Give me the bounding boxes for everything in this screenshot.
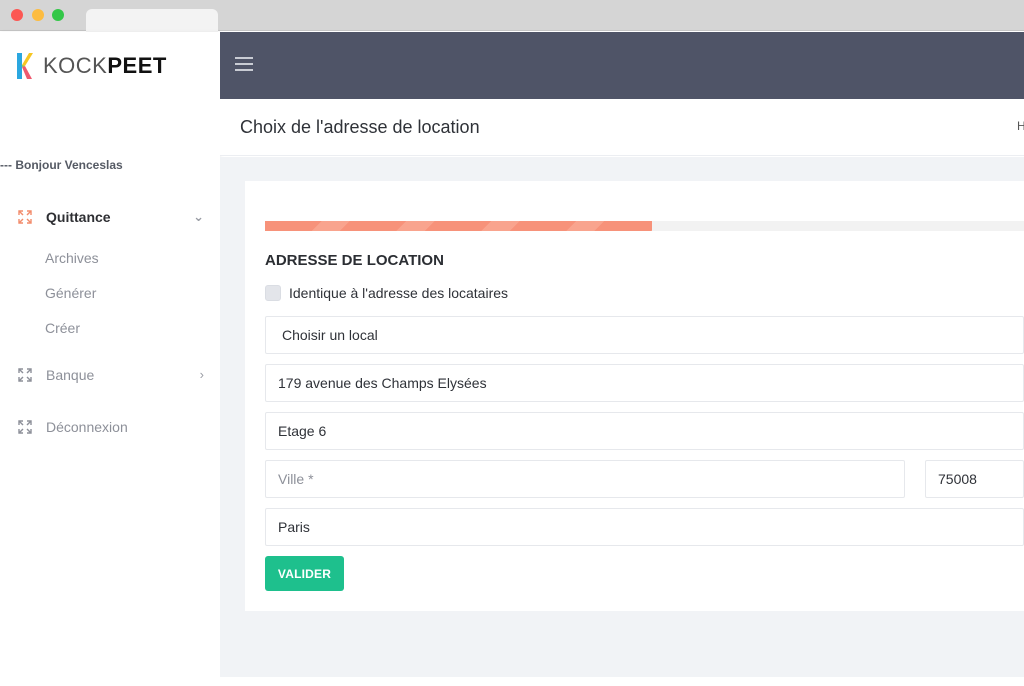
sidebar-item-banque[interactable]: Banque ›	[18, 364, 208, 386]
top-navbar	[220, 32, 1024, 99]
minimize-window-button[interactable]	[32, 9, 44, 21]
chevron-down-icon: ⌄	[193, 209, 204, 224]
sidebar-subitem-generer[interactable]: Générer	[45, 285, 96, 301]
sidebar-item-quittance[interactable]: Quittance ⌄	[18, 206, 208, 228]
logo-mark-icon	[17, 53, 33, 79]
sidebar-item-label: Banque	[46, 367, 95, 383]
progress-bar	[265, 221, 1024, 231]
browser-chrome	[0, 0, 1024, 32]
submit-button[interactable]: VALIDER	[265, 556, 344, 591]
logo-text: KOCKPEET	[43, 53, 167, 78]
city-field[interactable]: Paris	[265, 508, 1024, 546]
expand-icon	[18, 210, 32, 224]
city-placeholder-field[interactable]: Ville *	[265, 460, 905, 498]
expand-icon	[18, 420, 32, 434]
same-address-row[interactable]: Identique à l'adresse des locataires	[265, 285, 508, 301]
footer-strip	[220, 677, 1024, 686]
same-address-label: Identique à l'adresse des locataires	[289, 285, 509, 301]
postal-code-field[interactable]: 75008	[925, 460, 1024, 498]
section-title: ADRESSE DE LOCATION	[265, 252, 444, 269]
breadcrumb[interactable]: H	[1017, 119, 1024, 133]
sidebar-item-label: Déconnexion	[46, 419, 128, 435]
street-field[interactable]: 179 avenue des Champs Elysées	[265, 364, 1024, 402]
sidebar-item-label: Quittance	[46, 209, 111, 225]
sidebar-subitem-archives[interactable]: Archives	[45, 250, 99, 266]
hamburger-menu-icon[interactable]	[235, 57, 253, 71]
progress-fill	[265, 221, 653, 231]
page-header: Choix de l'adresse de location H	[220, 99, 1024, 156]
page-title: Choix de l'adresse de location	[240, 117, 480, 137]
local-select[interactable]: Choisir un local	[265, 316, 1024, 354]
sidebar-subitem-creer[interactable]: Créer	[45, 320, 80, 336]
chevron-right-icon: ›	[199, 367, 204, 382]
sidebar-item-deconnexion[interactable]: Déconnexion	[18, 416, 208, 438]
browser-tab[interactable]	[86, 9, 218, 32]
floor-field[interactable]: Etage 6	[265, 412, 1024, 450]
expand-icon	[18, 368, 32, 382]
maximize-window-button[interactable]	[52, 9, 64, 21]
user-greeting: --- Bonjour Venceslas	[0, 158, 123, 172]
form-card: ADRESSE DE LOCATION Identique à l'adress…	[245, 181, 1024, 611]
close-window-button[interactable]	[11, 9, 23, 21]
main-content: ADRESSE DE LOCATION Identique à l'adress…	[220, 157, 1024, 686]
same-address-checkbox[interactable]	[265, 285, 281, 301]
sidebar: KOCKPEET --- Bonjour Venceslas Quittance…	[0, 32, 220, 686]
app-logo[interactable]: KOCKPEET	[15, 50, 167, 82]
